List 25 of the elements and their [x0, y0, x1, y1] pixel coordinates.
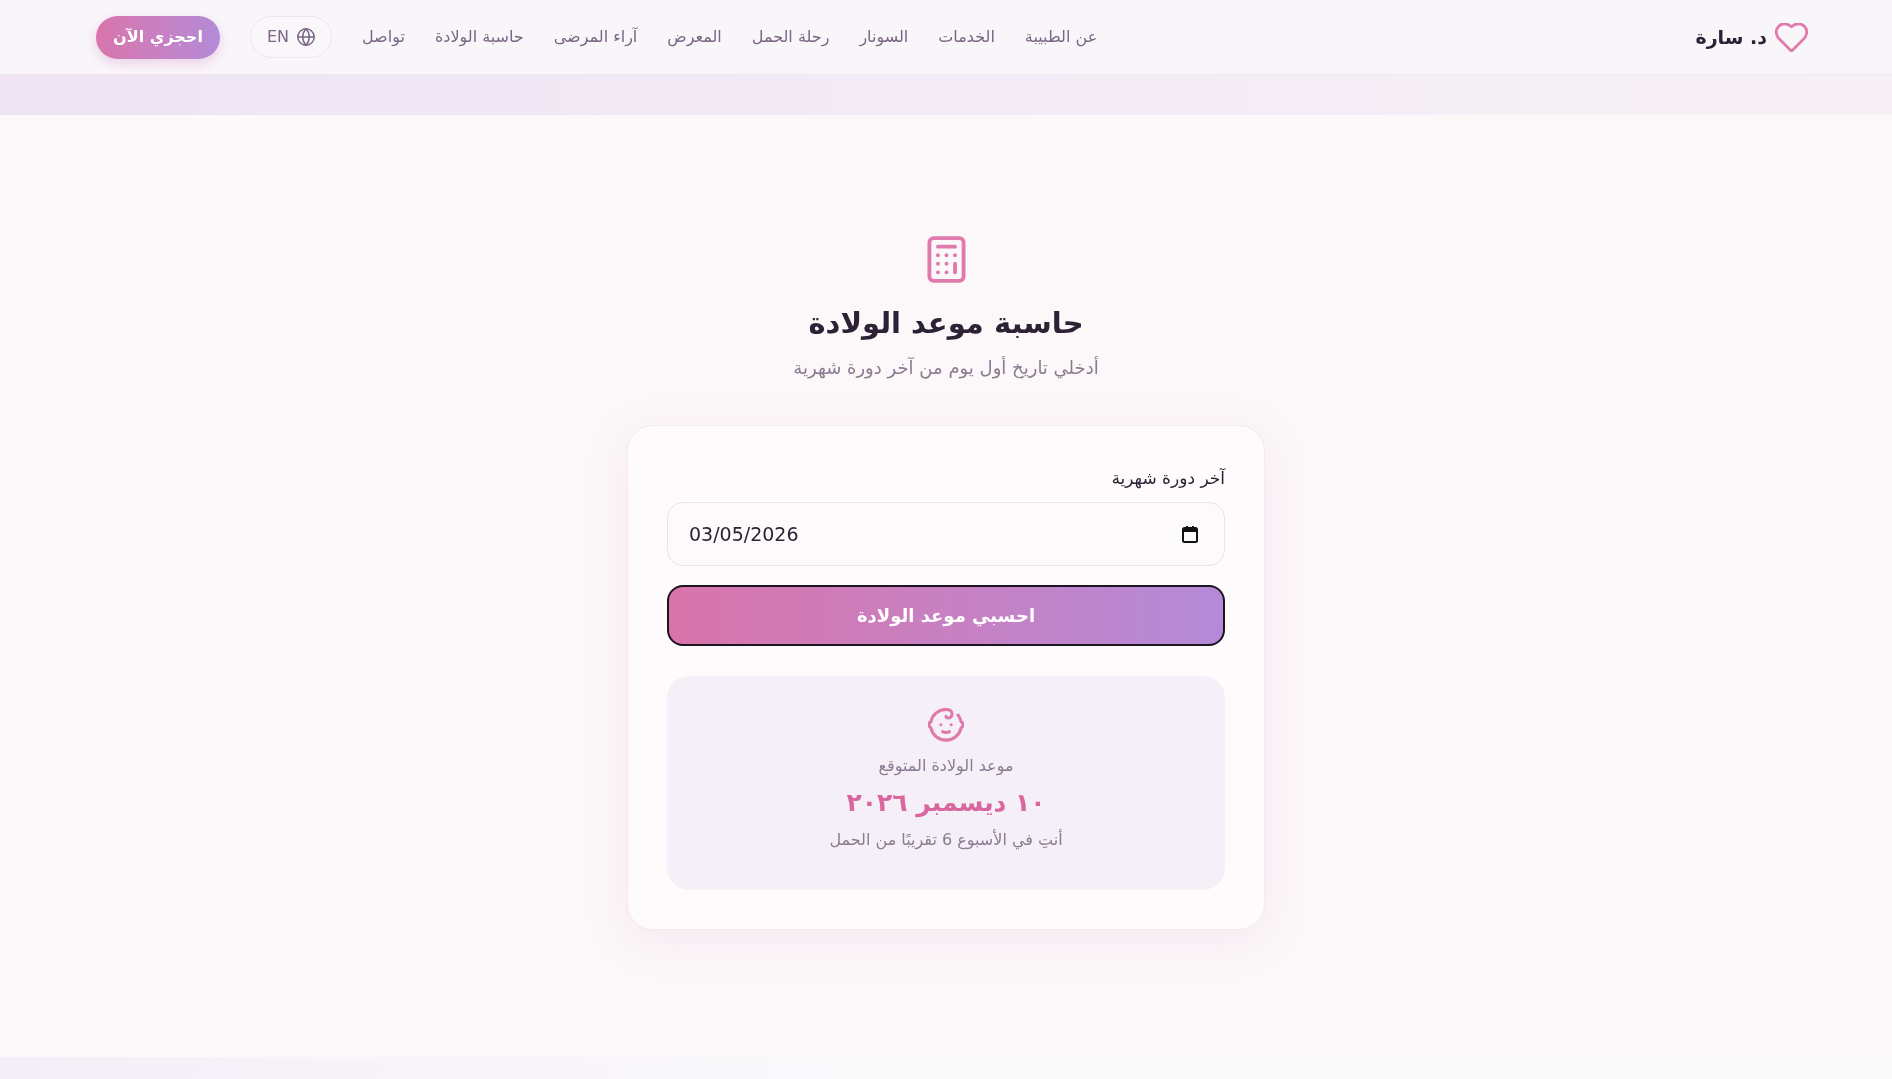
- result-label: موعد الولادة المتوقع: [878, 755, 1014, 778]
- logo-text: د. سارة: [1695, 24, 1767, 51]
- nav-link[interactable]: المعرض: [667, 25, 722, 49]
- nav-link[interactable]: آراء المرضى: [553, 25, 638, 49]
- baby-face-icon: [928, 708, 964, 742]
- language-button[interactable]: EN: [250, 16, 332, 58]
- due-date: ١٠ ديسمبر ٢٠٢٦: [846, 787, 1046, 820]
- calendar-icon[interactable]: [1182, 525, 1198, 543]
- nav-link[interactable]: الخدمات: [938, 25, 995, 49]
- nav-link[interactable]: رحلة الحمل: [751, 25, 830, 49]
- page-title: حاسبة موعد الولادة: [808, 305, 1084, 342]
- date-field[interactable]: 03/05/2026: [667, 502, 1225, 566]
- book-now-button[interactable]: احجزي الآن: [96, 15, 220, 59]
- globe-icon: [297, 28, 316, 46]
- field-label: آخر دورة شهرية: [1111, 467, 1225, 490]
- calculator-icon: [926, 236, 966, 283]
- nav-link[interactable]: عن الطبيبة: [1024, 25, 1098, 49]
- logo-link[interactable]: د. سارة: [1695, 22, 1808, 52]
- nav-link[interactable]: حاسبة الولادة: [434, 25, 524, 49]
- pregnancy-week-note: أنتِ في الأسبوع 6 تقريبًا من الحمل: [829, 828, 1063, 852]
- nav-link[interactable]: السونار: [859, 25, 909, 49]
- page-subtitle: أدخلي تاريخ أول يوم من آخر دورة شهرية: [793, 355, 1099, 381]
- heart-icon: [1775, 22, 1808, 52]
- calculate-button[interactable]: احسبي موعد الولادة: [667, 585, 1225, 646]
- nav-link[interactable]: تواصل: [362, 25, 405, 49]
